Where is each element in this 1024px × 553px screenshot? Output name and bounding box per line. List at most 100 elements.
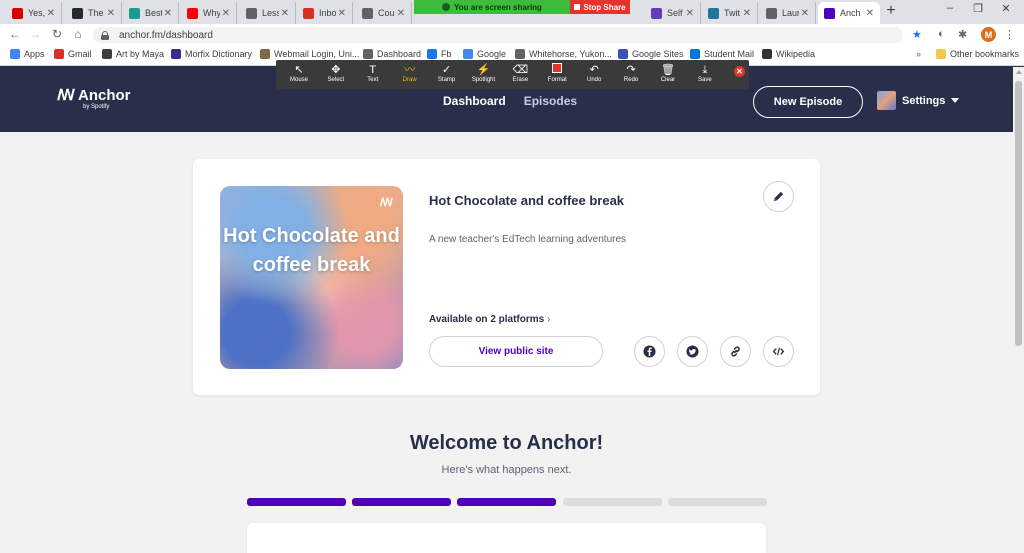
bookmark-item[interactable]: Student Mail (690, 49, 754, 59)
bookmark-item[interactable]: Fb (427, 49, 452, 59)
wand-icon: ⚡ (476, 64, 491, 76)
close-tab-icon[interactable]: ✕ (866, 8, 874, 19)
browser-tab[interactable]: Twit ✕ (702, 2, 758, 24)
new-tab-button[interactable]: + (882, 2, 900, 20)
platforms-link[interactable]: Available on 2 platforms › (429, 314, 550, 325)
facebook-icon (643, 345, 656, 358)
stop-share-button[interactable]: Stop Share (570, 0, 630, 14)
bookmark-item[interactable]: Apps (10, 49, 45, 59)
browser-tab[interactable]: Best ✕ (123, 2, 179, 24)
close-tab-icon[interactable]: ✕ (107, 8, 115, 19)
browser-tab[interactable]: Self ✕ (645, 2, 701, 24)
draw-icon: 〰 (404, 64, 416, 76)
annotation-tool-save[interactable]: ⤓ Save (687, 63, 723, 83)
browser-tab[interactable]: Anch ✕ (818, 2, 880, 24)
browser-tab[interactable]: Laur ✕ (760, 2, 816, 24)
close-tab-icon[interactable]: ✕ (164, 8, 172, 19)
scrollbar-thumb[interactable] (1015, 81, 1022, 346)
home-icon[interactable]: ⌂ (67, 27, 89, 41)
profile-avatar[interactable]: M (981, 27, 996, 42)
check-icon: ✓ (441, 64, 452, 76)
bookmarks-overflow-icon[interactable]: » (916, 49, 921, 59)
bookmark-item[interactable]: Gmail (54, 49, 92, 59)
bookmark-item[interactable]: Morfix Dictionary (171, 49, 252, 59)
bookmark-item[interactable]: Webmail Login, Uni... (260, 49, 359, 59)
close-tab-icon[interactable]: ✕ (743, 8, 751, 19)
url-field[interactable]: anchor.fm/dashboard (93, 27, 903, 43)
color-swatch-icon (539, 63, 575, 77)
browser-tab[interactable]: Cou ✕ (356, 2, 412, 24)
annotation-tool-text[interactable]: T Text (355, 63, 391, 83)
gmail-icon (54, 49, 64, 59)
folder-icon (936, 49, 946, 59)
sites-icon (618, 49, 628, 59)
view-public-site-button[interactable]: View public site (429, 336, 603, 367)
browser-menu-icon[interactable]: ⋮ (1004, 28, 1015, 42)
bookmark-item[interactable]: Google (463, 49, 506, 59)
minimize-icon[interactable]: – (942, 2, 958, 14)
twitter-icon (686, 345, 699, 358)
facebook-share-button[interactable] (634, 336, 665, 367)
annotation-tool-erase[interactable]: ⌫ Erase (502, 63, 538, 83)
embed-code-button[interactable] (763, 336, 794, 367)
twitter-share-button[interactable] (677, 336, 708, 367)
bookmark-item[interactable]: Google Sites (618, 49, 684, 59)
extensions-puzzle-icon[interactable]: ✱ (958, 28, 967, 42)
annotation-tool-redo[interactable]: ↷ Redo (613, 63, 649, 83)
close-tab-icon[interactable]: ✕ (47, 8, 55, 19)
annotation-tool-undo[interactable]: ↶ Undo (576, 63, 612, 83)
bookmark-item[interactable]: Whitehorse, Yukon... (515, 49, 612, 59)
copy-link-button[interactable] (720, 336, 751, 367)
close-tab-icon[interactable]: ✕ (281, 8, 289, 19)
close-tab-icon[interactable]: ✕ (801, 8, 809, 19)
extension-circle-icon[interactable]: ◐ (938, 28, 945, 42)
page-scrollbar[interactable] (1013, 67, 1024, 549)
annotation-tool-clear[interactable]: 🗑 Clear (650, 63, 686, 83)
close-tab-icon[interactable]: ✕ (397, 8, 405, 19)
bookmark-item[interactable]: Wikipedia (762, 49, 815, 59)
podcast-cover-art: ꟿ Hot Chocolate and coffee break (220, 186, 403, 369)
close-tab-icon[interactable]: ✕ (686, 8, 694, 19)
cursor-icon: ↖ (294, 64, 304, 76)
anchor-logo[interactable]: ꟿ Anchor by Spotify (57, 86, 131, 110)
bookmark-star-icon[interactable]: ★ (912, 28, 922, 42)
scroll-up-icon[interactable] (1016, 70, 1022, 74)
annotation-toolbar: ↖ Mouse ✥ Select T Text 〰 Draw ✓ Stamp ⚡ Spotlight ⌫… (276, 60, 749, 89)
back-icon[interactable]: ← (4, 27, 26, 41)
browser-tab[interactable]: Why ✕ (181, 2, 237, 24)
edit-podcast-button[interactable] (763, 181, 794, 212)
close-tab-icon[interactable]: ✕ (338, 8, 346, 19)
annotation-tool-mouse[interactable]: ↖ Mouse (281, 63, 317, 83)
forward-icon[interactable]: → (24, 27, 46, 41)
nav-dashboard[interactable]: Dashboard (443, 94, 506, 108)
browser-tab[interactable]: Yes, ✕ (6, 2, 62, 24)
other-bookmarks[interactable]: Other bookmarks (936, 49, 1019, 59)
browser-tab[interactable]: Inbo ✕ (297, 2, 353, 24)
trash-icon: 🗑 (661, 64, 675, 76)
browser-tab[interactable]: The ✕ (66, 2, 122, 24)
annotation-tool-stamp[interactable]: ✓ Stamp (429, 63, 465, 83)
close-tab-icon[interactable]: ✕ (222, 8, 230, 19)
annotation-tool-select[interactable]: ✥ Select (318, 63, 354, 83)
annotation-tool-format[interactable]: Format (539, 63, 575, 83)
annotation-tool-spotlight[interactable]: ⚡ Spotlight (466, 63, 502, 83)
settings-menu[interactable]: Settings (877, 91, 960, 110)
code-icon (772, 347, 785, 356)
bookmark-item[interactable]: Art by Maya (102, 49, 164, 59)
welcome-title: Welcome to Anchor! (409, 432, 604, 454)
chevron-right-icon: › (547, 314, 551, 325)
nav-episodes[interactable]: Episodes (524, 94, 577, 108)
close-window-icon[interactable]: ✕ (998, 2, 1014, 15)
youtube-icon (187, 7, 198, 19)
reload-icon[interactable]: ↻ (46, 27, 68, 41)
outlook-icon (690, 49, 700, 59)
close-annotation-icon[interactable]: ✕ (734, 66, 745, 77)
globe-icon (515, 49, 525, 59)
maximize-icon[interactable]: ❐ (970, 2, 986, 15)
bookmark-item[interactable]: Dashboard (363, 49, 421, 59)
new-episode-button[interactable]: New Episode (753, 86, 863, 118)
cover-title: Hot Chocolate and coffee break (223, 225, 400, 276)
annotation-tool-draw[interactable]: 〰 Draw (392, 63, 428, 83)
browser-tab[interactable]: Less✕ (240, 2, 296, 24)
podcast-description: A new teacher's EdTech learning adventur… (429, 234, 627, 245)
